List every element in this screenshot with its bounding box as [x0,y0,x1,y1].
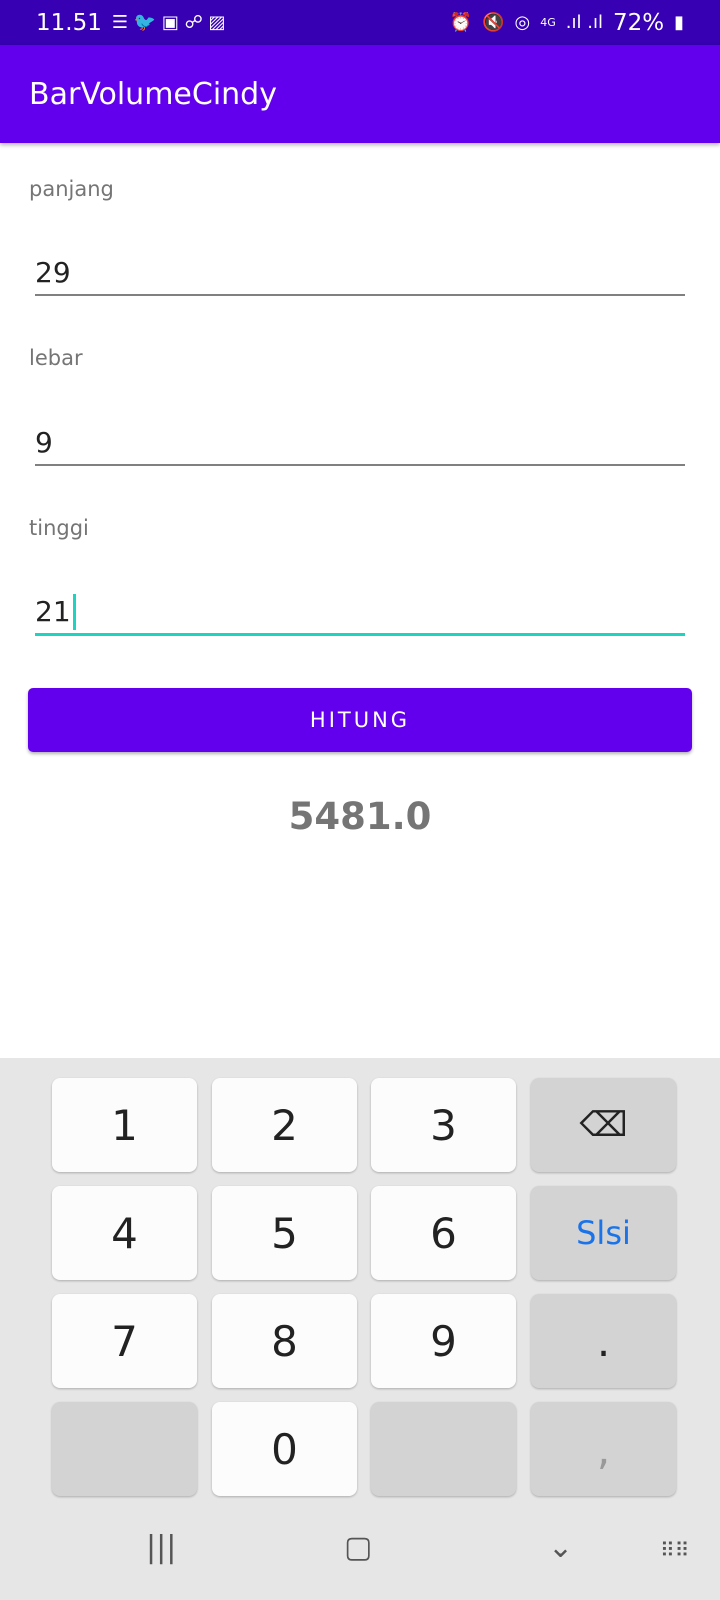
key-9[interactable]: 9 [371,1294,516,1388]
lebar-input[interactable]: 9 [35,420,685,466]
hotspot-icon: ◎ [514,12,531,33]
hitung-button[interactable]: HITUNG [28,688,692,752]
key-period[interactable]: . [531,1294,676,1388]
backspace-key[interactable]: ⌫ [531,1078,676,1172]
alarm-icon: ⏰ [449,12,473,33]
key-4[interactable]: 4 [52,1186,197,1280]
keyboard-switch-icon[interactable]: ⠿⠿ [660,1538,689,1562]
home-icon[interactable]: ▢ [344,1530,372,1565]
key-0[interactable]: 0 [212,1402,357,1496]
status-bar: 11.51 ☰ 🐦 ▣ ☍ ▨ ⏰ 🔇 ◎ 4G .ıl .ıl 72% ▮ [0,0,720,45]
key-comma[interactable]: , [531,1402,676,1496]
app-title: BarVolumeCindy [29,76,277,112]
back-chevron-down-icon[interactable]: ⌄ [548,1530,573,1565]
app-bar: BarVolumeCindy [0,45,720,143]
status-time: 11.51 [36,9,102,36]
recents-icon[interactable]: ||| [146,1530,176,1565]
battery-level: 72% [612,9,665,36]
panjang-label: panjang [29,177,114,201]
key-8[interactable]: 8 [212,1294,357,1388]
key-3[interactable]: 3 [371,1078,516,1172]
panjang-input[interactable]: 29 [35,250,685,296]
tinggi-input[interactable]: 21 [35,590,685,636]
key-1[interactable]: 1 [52,1078,197,1172]
key-blank-left[interactable] [52,1402,197,1496]
numeric-keyboard: 1 2 3 ⌫ 4 5 6 Slsi 7 8 9 . 0 , [0,1058,720,1600]
signal-icon: .ıl .ıl [565,12,603,33]
key-2[interactable]: 2 [212,1078,357,1172]
tinggi-label: tinggi [29,516,89,540]
tinggi-value: 21 [35,595,71,628]
battery-icon: ▮ [674,12,684,33]
lebar-label: lebar [29,346,83,370]
notification-icon: ☰ 🐦 ▣ ☍ ▨ [111,12,226,33]
lebar-value: 9 [35,425,53,459]
network-type: 4G [540,16,556,29]
key-7[interactable]: 7 [52,1294,197,1388]
backspace-icon: ⌫ [579,1105,628,1145]
result-text: 5481.0 [288,795,432,838]
done-key[interactable]: Slsi [531,1186,676,1280]
key-blank-right[interactable] [371,1402,516,1496]
key-6[interactable]: 6 [371,1186,516,1280]
mute-icon: 🔇 [482,12,505,33]
key-5[interactable]: 5 [212,1186,357,1280]
panjang-value: 29 [35,255,71,289]
text-cursor [72,593,76,630]
